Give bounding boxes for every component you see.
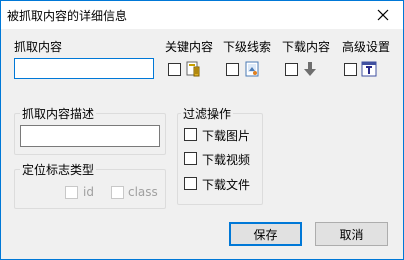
download-files-checkbox[interactable] xyxy=(184,177,197,190)
sub-clue-option-label: 下级线索 xyxy=(223,40,272,54)
capture-desc-label: 抓取内容描述 xyxy=(20,105,97,122)
keyword-checkbox[interactable] xyxy=(168,63,181,76)
locator-id-checkbox[interactable] xyxy=(65,186,78,199)
close-icon xyxy=(377,9,389,21)
advanced-settings-icon xyxy=(361,61,377,77)
capture-desc-input[interactable] xyxy=(20,125,160,147)
download-arrow-icon xyxy=(304,62,316,76)
sub-clue-checkbox[interactable] xyxy=(226,63,239,76)
filter-ops-title: 过滤操作 xyxy=(181,105,234,122)
download-videos-label: 下载视频 xyxy=(202,153,251,167)
window-title: 被抓取内容的详细信息 xyxy=(7,9,128,23)
locator-class-label: class xyxy=(128,185,158,199)
locator-type-title: 定位标志类型 xyxy=(20,161,97,178)
dialog-window: 被抓取内容的详细信息 抓取内容 关键内容 下级线索 下载内容 高级设置 抓取内容… xyxy=(0,0,404,260)
save-button[interactable]: 保存 xyxy=(229,222,302,246)
capture-content-input[interactable] xyxy=(14,58,154,79)
cancel-button[interactable]: 取消 xyxy=(315,222,388,246)
download-checkbox[interactable] xyxy=(285,63,298,76)
download-images-checkbox[interactable] xyxy=(184,128,197,141)
download-files-label: 下载文件 xyxy=(202,178,251,192)
download-videos-checkbox[interactable] xyxy=(184,152,197,165)
advanced-option-label: 高级设置 xyxy=(342,40,391,54)
download-option-label: 下载内容 xyxy=(282,40,331,54)
keyword-icon xyxy=(186,61,200,77)
close-button[interactable] xyxy=(369,2,397,28)
locator-class-checkbox[interactable] xyxy=(111,186,124,199)
download-images-label: 下载图片 xyxy=(202,129,251,143)
title-bar: 被抓取内容的详细信息 xyxy=(1,1,403,29)
keyword-option-label: 关键内容 xyxy=(165,40,214,54)
advanced-checkbox[interactable] xyxy=(344,63,357,76)
capture-content-label: 抓取内容 xyxy=(14,40,63,54)
locator-id-label: id xyxy=(83,185,94,199)
sub-clue-icon xyxy=(245,61,259,77)
